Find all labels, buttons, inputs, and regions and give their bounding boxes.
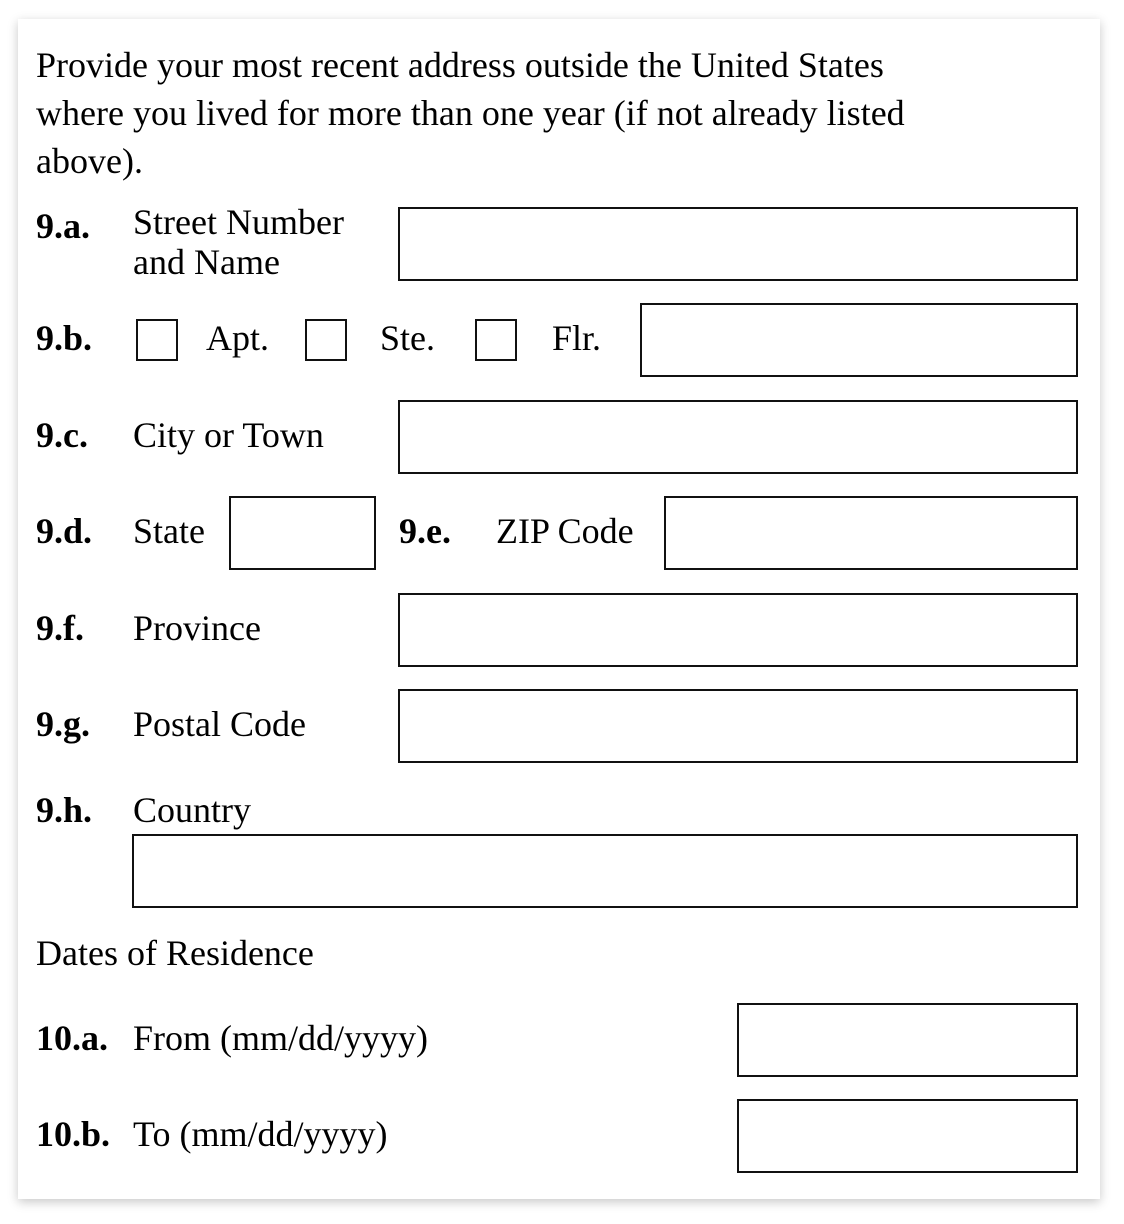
item-number-9h: 9.h. (36, 790, 93, 830)
item-number-9f: 9.f. (36, 608, 84, 648)
flr-label: Flr. (552, 318, 602, 358)
state-input[interactable] (229, 496, 376, 570)
ste-checkbox[interactable] (305, 319, 347, 361)
country-label: Country (133, 790, 252, 830)
flr-checkbox[interactable] (475, 319, 517, 361)
item-number-9a: 9.a. (36, 206, 90, 246)
province-input[interactable] (398, 593, 1078, 667)
city-label: City or Town (133, 415, 324, 455)
postal-code-input[interactable] (398, 689, 1078, 763)
street-number-name-input[interactable] (398, 207, 1078, 281)
province-label: Province (133, 608, 261, 648)
state-label: State (133, 511, 205, 551)
to-date-input[interactable] (737, 1099, 1078, 1173)
zip-label: ZIP Code (496, 511, 634, 551)
country-input[interactable] (132, 834, 1078, 908)
unit-number-input[interactable] (640, 303, 1078, 377)
instructions-text: Provide your most recent address outside… (36, 45, 905, 181)
item-number-9d: 9.d. (36, 511, 93, 551)
to-date-label: To (mm/dd/yyyy) (133, 1114, 388, 1154)
item-number-9b: 9.b. (36, 318, 93, 358)
ste-label: Ste. (380, 318, 436, 358)
item-number-9e: 9.e. (399, 511, 451, 551)
city-input[interactable] (398, 400, 1078, 474)
postal-label: Postal Code (133, 704, 307, 744)
item-number-10a: 10.a. (36, 1018, 108, 1058)
apt-checkbox[interactable] (136, 319, 178, 361)
from-date-label: From (mm/dd/yyyy) (133, 1018, 428, 1058)
apt-label: Apt. (206, 318, 269, 358)
item-number-9c: 9.c. (36, 415, 88, 455)
form-page: Provide your most recent address outside… (18, 19, 1100, 1199)
dates-of-residence-heading: Dates of Residence (36, 933, 314, 973)
item-number-10b: 10.b. (36, 1114, 111, 1154)
from-date-input[interactable] (737, 1003, 1078, 1077)
street-label: Street Number and Name (133, 202, 344, 282)
item-number-9g: 9.g. (36, 704, 90, 744)
street-label-line2: and Name (133, 242, 280, 282)
zip-code-input[interactable] (664, 496, 1078, 570)
street-label-line1: Street Number (133, 202, 344, 242)
